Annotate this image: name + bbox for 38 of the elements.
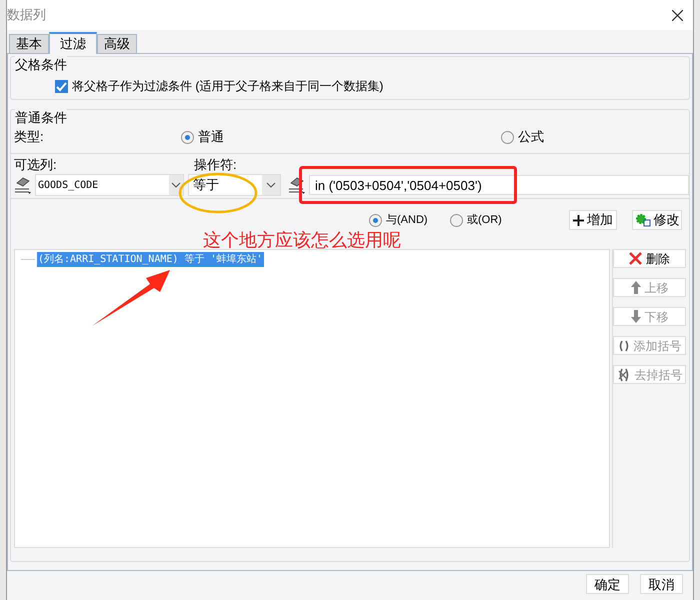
radio-label: 或(OR)	[467, 212, 502, 228]
field-label: 操作符:	[194, 156, 237, 174]
down-arrow-icon	[630, 310, 640, 323]
operator-dropdown[interactable]: 等于	[188, 174, 281, 196]
add-button[interactable]: 增加	[569, 210, 617, 230]
text-field-icon	[287, 175, 307, 195]
tab[interactable]: 高级	[97, 34, 137, 53]
column-dropdown[interactable]: GOODS_CODE	[35, 174, 184, 196]
text-field-icon	[13, 175, 33, 195]
annotation-text: 这个地方应该怎么选用呢	[203, 230, 401, 250]
field-label: 可选列:	[14, 156, 58, 174]
plus-icon	[573, 214, 584, 226]
chevron-down-icon	[169, 175, 183, 195]
side-button[interactable]: 删除	[613, 249, 686, 268]
tab[interactable]: 过滤	[49, 32, 97, 54]
radio-button[interactable]	[181, 130, 194, 144]
tab[interactable]: 基本	[9, 34, 49, 53]
checkbox-label: 将父格子作为过滤条件 (适用于父子格来自于同一个数据集)	[72, 78, 384, 95]
chevron-down-icon	[262, 175, 280, 195]
gear-icon	[634, 213, 650, 227]
dialog-button[interactable]: 取消	[640, 574, 683, 594]
window-title: 数据列	[7, 6, 46, 24]
dialog-button[interactable]: 确定	[586, 574, 629, 594]
crossed-parentheses-icon	[616, 368, 630, 382]
radio-label: 公式	[518, 128, 544, 146]
close-icon[interactable]	[672, 10, 683, 20]
edit-button[interactable]: 修改	[632, 210, 682, 230]
field-label: 类型:	[14, 128, 45, 146]
radio-button[interactable]	[501, 130, 514, 144]
checkbox[interactable]	[55, 80, 68, 92]
radio-label: 与(AND)	[386, 212, 428, 228]
close-icon	[629, 252, 642, 265]
value-input[interactable]: in ('0503+0504','0504+0503')	[309, 175, 689, 195]
radio-label: 普通	[198, 128, 224, 146]
parentheses-icon	[618, 340, 630, 352]
radio-button[interactable]	[369, 214, 382, 226]
radio-button[interactable]	[450, 214, 463, 226]
up-arrow-icon	[630, 281, 640, 294]
